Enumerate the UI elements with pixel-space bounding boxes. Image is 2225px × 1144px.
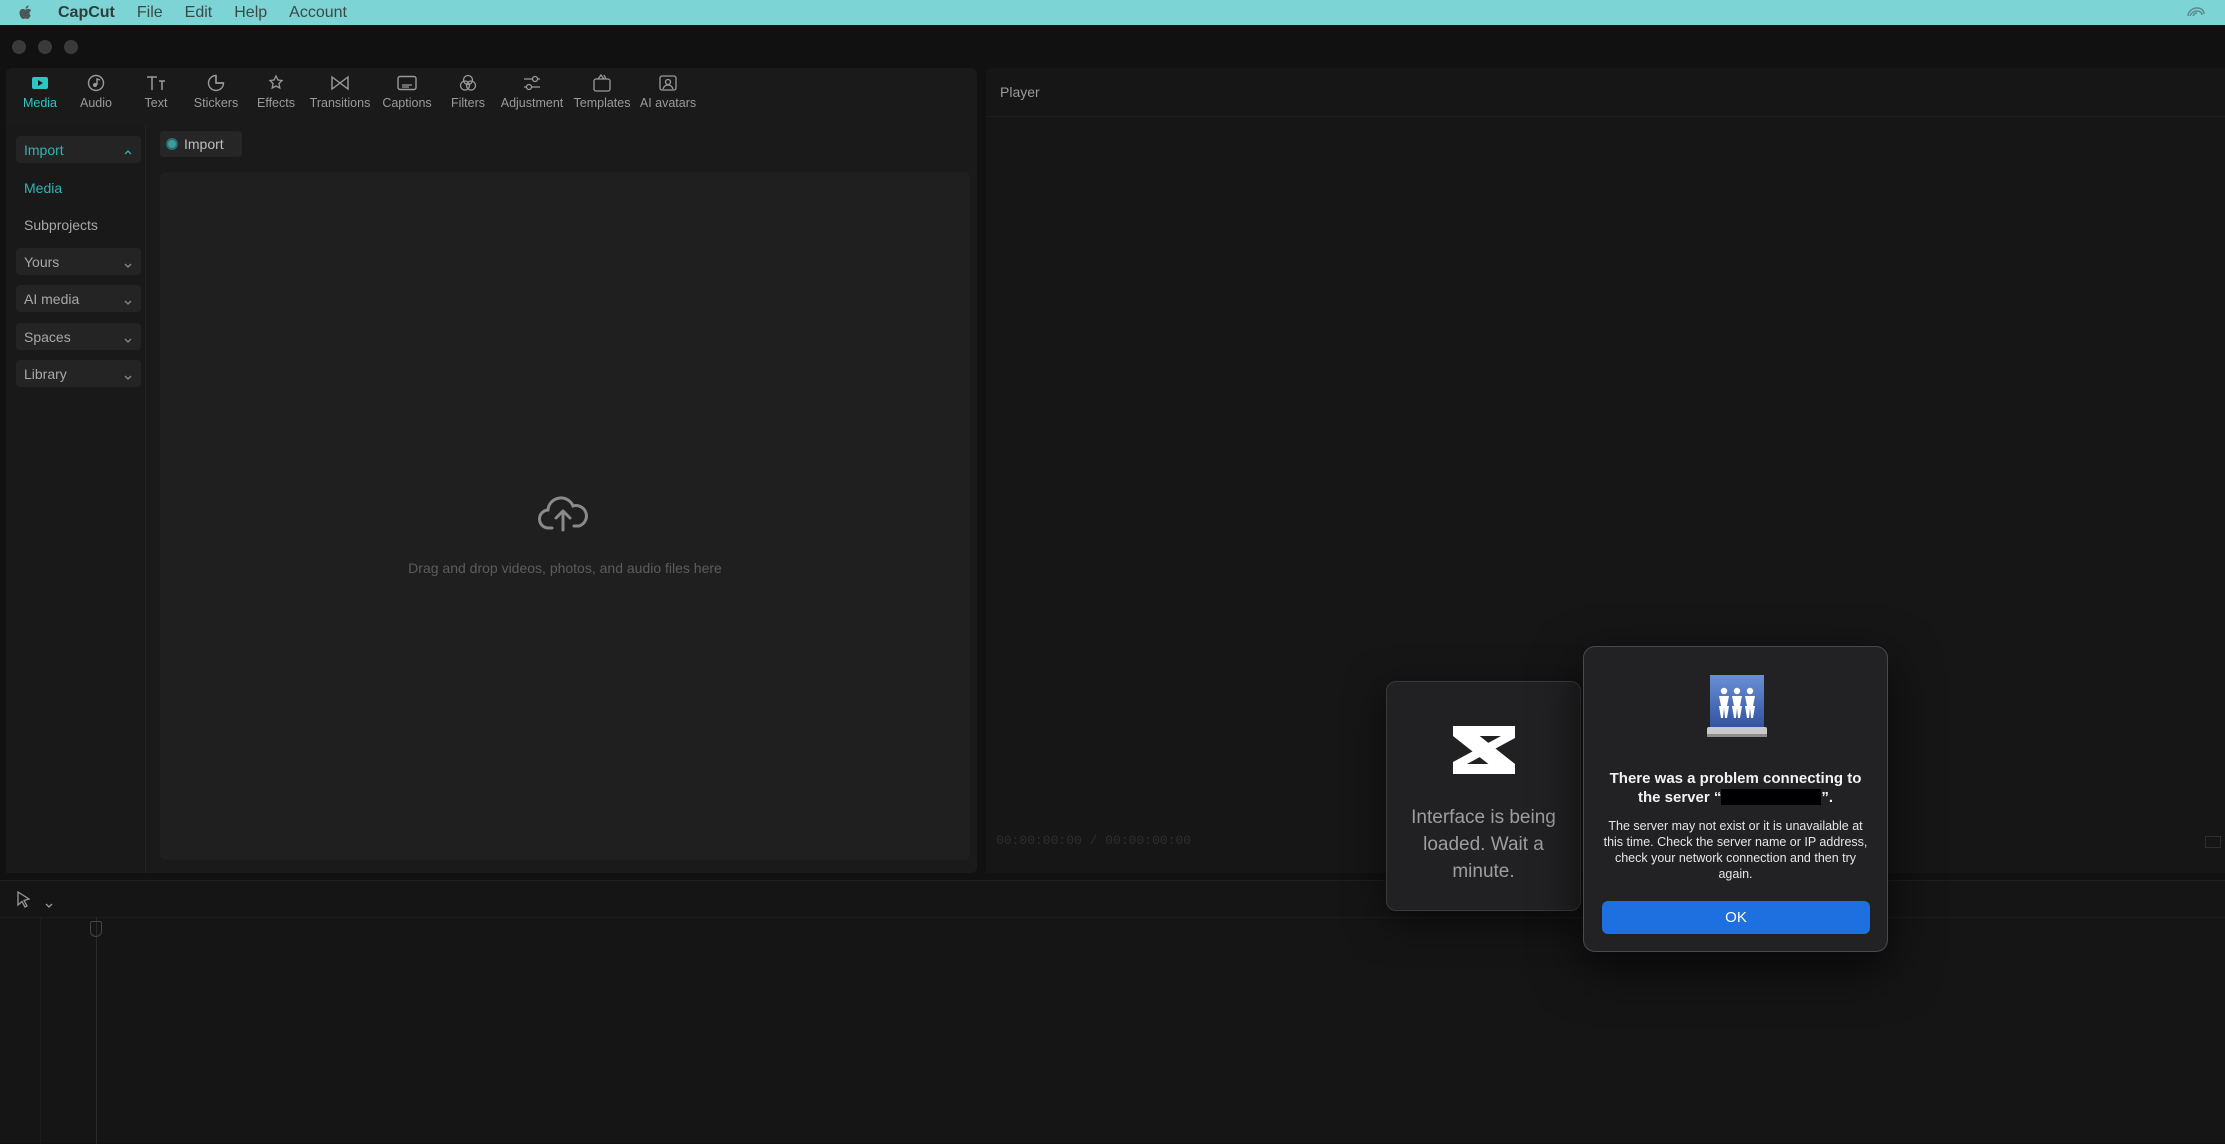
aspect-ratio-icon[interactable] <box>2205 836 2221 848</box>
menu-file[interactable]: File <box>137 4 163 22</box>
loading-dialog: Interface is being loaded. Wait a minute… <box>1386 681 1581 911</box>
chevron-down-icon <box>123 368 133 384</box>
sidebar-item-label: Spaces <box>24 328 71 345</box>
sidebar-item-subprojects[interactable]: Subprojects <box>16 211 141 238</box>
sidebar-item-ai-media[interactable]: AI media <box>16 285 141 312</box>
sidebar-item-label: Yours <box>24 253 60 270</box>
media-sidebar: Import Media Subprojects Yours AI media … <box>6 124 146 873</box>
tab-label: Captions <box>382 96 432 110</box>
close-window-button[interactable] <box>12 40 26 54</box>
tab-label: Transitions <box>309 96 371 110</box>
sidebar-item-import[interactable]: Import <box>16 136 141 163</box>
menu-app-name[interactable]: CapCut <box>58 4 115 22</box>
menu-account[interactable]: Account <box>289 4 347 22</box>
import-icon <box>166 138 178 150</box>
select-cursor-icon[interactable] <box>16 890 32 914</box>
player-divider <box>986 116 2225 117</box>
sidebar-item-yours[interactable]: Yours <box>16 248 141 275</box>
stickers-icon <box>207 73 225 93</box>
tab-label: Stickers <box>193 96 239 110</box>
server-error-alert: There was a problem connecting to the se… <box>1583 646 1888 952</box>
zoom-window-button[interactable] <box>64 40 78 54</box>
sidebar-item-label: Media <box>24 179 63 196</box>
tab-captions[interactable]: Captions <box>374 68 440 118</box>
transitions-icon <box>330 73 350 93</box>
chevron-down-icon <box>123 331 133 347</box>
effects-icon <box>267 73 285 93</box>
tab-label: Filters <box>450 96 486 110</box>
media-drop-zone[interactable]: Drag and drop videos, photos, and audio … <box>160 172 970 860</box>
timeline-ruler <box>0 917 2225 918</box>
captions-icon <box>397 73 417 93</box>
apple-icon[interactable] <box>18 3 36 23</box>
tab-audio[interactable]: Audio <box>66 68 126 118</box>
tab-templates[interactable]: Templates <box>568 68 636 118</box>
tab-label: Effects <box>257 96 295 110</box>
ai-avatars-icon <box>658 73 678 93</box>
media-panel: Media Audio Text Stickers Effects Transi… <box>6 68 977 873</box>
import-button[interactable]: Import <box>160 131 242 157</box>
sidebar-item-media[interactable]: Media <box>16 174 141 201</box>
window-controls <box>12 40 78 54</box>
tab-label: Templates <box>573 96 631 110</box>
minimize-window-button[interactable] <box>38 40 52 54</box>
sidebar-item-label: Import <box>24 141 64 158</box>
playhead-line[interactable] <box>96 917 97 1144</box>
chevron-up-icon <box>123 144 133 160</box>
tab-label: Media <box>22 96 58 110</box>
timeline-panel <box>0 880 2225 1144</box>
control-center-icon[interactable] <box>2185 3 2207 26</box>
menu-edit[interactable]: Edit <box>185 4 213 22</box>
alert-headline-end: ”. <box>1821 789 1834 806</box>
tab-media[interactable]: Media <box>14 68 66 118</box>
tab-filters[interactable]: Filters <box>440 68 496 118</box>
audio-icon <box>87 73 105 93</box>
tab-label: Audio <box>80 96 112 110</box>
tab-label: AI avatars <box>639 96 697 110</box>
sidebar-item-label: Subprojects <box>24 216 98 233</box>
tab-adjustment[interactable]: Adjustment <box>496 68 568 118</box>
chevron-down-icon <box>123 293 133 309</box>
tab-label: Adjustment <box>500 96 564 110</box>
drop-hint: Drag and drop videos, photos, and audio … <box>408 560 722 576</box>
tab-stickers[interactable]: Stickers <box>186 68 246 118</box>
sidebar-item-library[interactable]: Library <box>16 360 141 387</box>
alert-headline: There was a problem connecting to the se… <box>1598 769 1873 807</box>
tab-effects[interactable]: Effects <box>246 68 306 118</box>
sidebar-item-spaces[interactable]: Spaces <box>16 323 141 350</box>
chevron-down-icon[interactable] <box>44 896 54 914</box>
sidebar-item-label: Library <box>24 365 67 382</box>
tab-text[interactable]: Text <box>126 68 186 118</box>
text-icon <box>146 73 166 93</box>
tab-transitions[interactable]: Transitions <box>306 68 374 118</box>
templates-icon <box>592 73 612 93</box>
chevron-down-icon <box>123 256 133 272</box>
filters-icon <box>458 73 478 93</box>
loading-message: Interface is being loaded. Wait a minute… <box>1411 807 1556 882</box>
tool-tabs: Media Audio Text Stickers Effects Transi… <box>6 68 700 118</box>
ok-button[interactable]: OK <box>1602 901 1870 934</box>
import-button-label: Import <box>184 136 224 152</box>
alert-body: The server may not exist or it is unavai… <box>1603 819 1868 881</box>
player-timecode: 00:00:00:00 / 00:00:00:00 <box>996 833 1192 848</box>
playhead-handle[interactable] <box>90 921 102 937</box>
tab-label: Text <box>144 96 168 110</box>
track-divider <box>40 917 41 1144</box>
menu-help[interactable]: Help <box>234 4 267 22</box>
network-server-icon <box>1702 671 1772 746</box>
menu-bar: CapCut File Edit Help Account <box>0 0 2225 25</box>
adjustment-icon <box>522 73 542 93</box>
sidebar-item-label: AI media <box>24 290 80 307</box>
media-icon <box>31 73 49 93</box>
player-title: Player <box>1000 84 1040 100</box>
redacted-server-name <box>1721 789 1822 805</box>
cloud-upload-icon <box>538 490 588 539</box>
capcut-logo-icon <box>1445 718 1523 783</box>
tab-ai-avatars[interactable]: AI avatars <box>636 68 700 118</box>
